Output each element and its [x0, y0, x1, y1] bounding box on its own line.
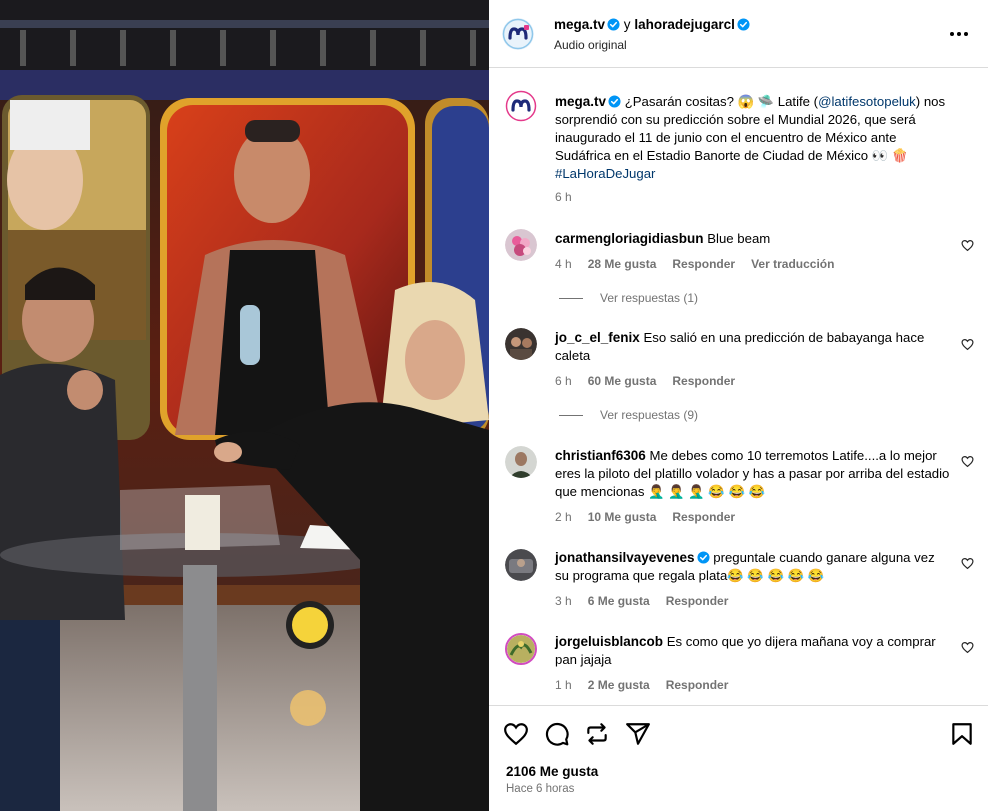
- caption-mention[interactable]: @latifesotopeluk: [818, 94, 916, 109]
- commenter-avatar[interactable]: [505, 549, 537, 581]
- reply-button[interactable]: Responder: [672, 510, 735, 524]
- collab-prefix: y: [623, 17, 631, 32]
- view-replies-button[interactable]: Ver respuestas (1): [559, 291, 698, 305]
- repost-icon[interactable]: [584, 721, 610, 747]
- commenter-name[interactable]: jo_c_el_fenix: [555, 330, 640, 345]
- verified-badge-icon: [697, 551, 710, 564]
- comment-body: Blue beam: [707, 231, 771, 246]
- commenter-avatar[interactable]: [505, 633, 537, 665]
- commenter-avatar[interactable]: [505, 446, 537, 478]
- reply-button[interactable]: Responder: [666, 678, 729, 692]
- comment-text: christianf6306 Me debes como 10 terremot…: [555, 447, 951, 501]
- comment-text: jorgeluisblancob Es como que yo dijera m…: [555, 633, 951, 669]
- video-frame: [0, 0, 489, 811]
- collaborator-name[interactable]: lahoradejugarcl: [634, 17, 735, 32]
- comment-meta: 4 h 28 Me gusta Responder Ver traducción: [555, 257, 834, 271]
- comment-time[interactable]: 4 h: [555, 257, 572, 271]
- verified-badge-icon: [737, 18, 750, 31]
- commenter-name[interactable]: jonathansilvayevenes: [555, 550, 695, 565]
- comment-time[interactable]: 3 h: [555, 594, 572, 608]
- comment-likes[interactable]: 2 Me gusta: [588, 678, 650, 692]
- view-replies-button[interactable]: Ver respuestas (9): [559, 408, 698, 422]
- author-avatar[interactable]: [502, 18, 534, 50]
- comment-likes[interactable]: 6 Me gusta: [588, 594, 650, 608]
- comment-likes[interactable]: 28 Me gusta: [588, 257, 657, 271]
- comment-meta: 1 h 2 Me gusta Responder: [555, 678, 728, 692]
- author-name[interactable]: mega.tv: [554, 17, 605, 32]
- translate-button[interactable]: Ver traducción: [751, 257, 834, 271]
- commenter-name[interactable]: jorgeluisblancob: [555, 634, 663, 649]
- view-replies-label: Ver respuestas (1): [600, 291, 699, 305]
- caption-meta: 6 h: [555, 190, 572, 204]
- audio-label[interactable]: Audio original: [554, 38, 627, 52]
- commenter-avatar[interactable]: [505, 328, 537, 360]
- caption-hashtag[interactable]: #LaHoraDeJugar: [555, 166, 655, 181]
- heart-icon[interactable]: [961, 455, 974, 468]
- caption-body: ¿Pasarán cositas? 😱 🛸 Latife (: [624, 94, 819, 109]
- comment-time[interactable]: 1 h: [555, 678, 572, 692]
- reply-button[interactable]: Responder: [672, 257, 735, 271]
- reply-button[interactable]: Responder: [672, 374, 735, 388]
- comment-time[interactable]: 2 h: [555, 510, 572, 524]
- comment-time[interactable]: 6 h: [555, 374, 572, 388]
- comment-text: jonathansilvayevenes preguntale cuando g…: [555, 549, 951, 585]
- like-count[interactable]: 2106 Me gusta: [506, 764, 598, 779]
- post-actions: 2106 Me gusta Hace 6 horas: [489, 705, 988, 811]
- heart-icon[interactable]: [961, 557, 974, 570]
- comment-likes[interactable]: 10 Me gusta: [588, 510, 657, 524]
- comment-meta: 6 h 60 Me gusta Responder: [555, 374, 735, 388]
- heart-icon[interactable]: [961, 641, 974, 654]
- commenter-name[interactable]: carmengloriagidiasbun: [555, 231, 704, 246]
- comment-meta: 2 h 10 Me gusta Responder: [555, 510, 735, 524]
- post-header: mega.tv y lahoradejugarcl Audio original: [489, 0, 988, 68]
- commenter-avatar[interactable]: [505, 229, 537, 261]
- share-icon[interactable]: [625, 721, 651, 747]
- heart-icon[interactable]: [961, 239, 974, 252]
- post-time[interactable]: Hace 6 horas: [506, 783, 574, 795]
- comment-text: carmengloriagidiasbun Blue beam: [555, 230, 951, 248]
- reply-button[interactable]: Responder: [666, 594, 729, 608]
- heart-icon[interactable]: [961, 338, 974, 351]
- bookmark-icon[interactable]: [949, 721, 975, 747]
- comments-list[interactable]: mega.tv ¿Pasarán cositas? 😱 🛸 Latife (@l…: [489, 69, 988, 705]
- author-line: mega.tv y lahoradejugarcl: [554, 17, 750, 32]
- author-avatar[interactable]: [505, 90, 537, 122]
- more-options-icon[interactable]: [948, 24, 970, 44]
- heart-icon[interactable]: [503, 721, 529, 747]
- comment-text: jo_c_el_fenix Eso salió en una predicció…: [555, 329, 951, 365]
- caption-author[interactable]: mega.tv: [555, 94, 606, 109]
- verified-badge-icon: [607, 18, 620, 31]
- caption-time[interactable]: 6 h: [555, 190, 572, 204]
- post-panel: mega.tv y lahoradejugarcl Audio original…: [489, 0, 988, 811]
- verified-badge-icon: [608, 95, 621, 108]
- commenter-name[interactable]: christianf6306: [555, 448, 646, 463]
- view-replies-label: Ver respuestas (9): [600, 408, 699, 422]
- comment-likes[interactable]: 60 Me gusta: [588, 374, 657, 388]
- comment-icon[interactable]: [544, 721, 570, 747]
- caption-text: mega.tv ¿Pasarán cositas? 😱 🛸 Latife (@l…: [555, 93, 951, 183]
- post-media[interactable]: [0, 0, 489, 811]
- comment-meta: 3 h 6 Me gusta Responder: [555, 594, 728, 608]
